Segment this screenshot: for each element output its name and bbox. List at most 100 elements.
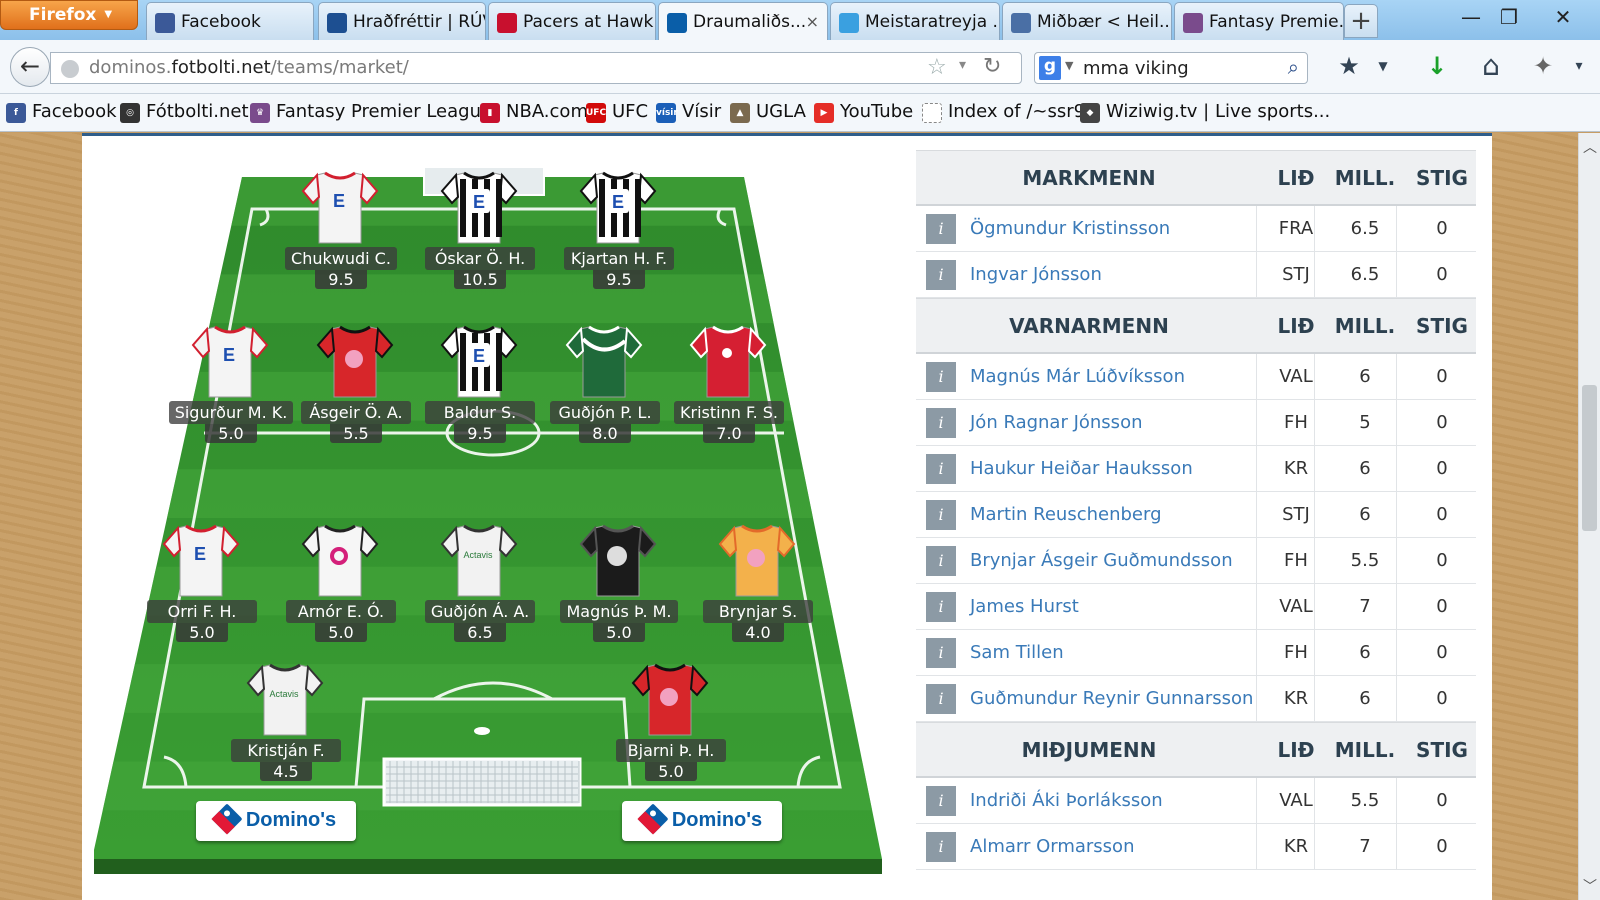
close-tab-icon[interactable]: × [806,12,819,31]
menu-dropdown-icon[interactable]: ▾ [1562,50,1596,84]
player-card[interactable]: E Sigurður M. K. 5.0 [166,319,296,443]
firefox-menu-button[interactable]: Firefox ▼ [0,0,138,30]
info-button[interactable]: i [926,214,956,244]
player-card[interactable]: E Baldur S. 9.5 [415,319,545,443]
info-button[interactable]: i [926,592,956,622]
player-link[interactable]: Guðmundur Reynir Gunnarsson [970,688,1253,709]
address-bar[interactable]: dominos.fotbolti.net/teams/market/ ☆ ▾ ↻ [50,52,1022,84]
bookmark-3[interactable]: ▮ NBA.com [478,101,588,123]
table-row[interactable]: i Guðmundur Reynir Gunnarsson KR 6 0 [916,676,1476,722]
player-card[interactable]: Guðjón P. L. 8.0 [540,319,670,443]
player-card[interactable]: E Orri F. H. 5.0 [137,518,267,642]
reload-icon[interactable]: ↻ [983,54,1001,79]
bookmarks-dropdown-icon[interactable]: ▼ [1366,50,1400,84]
info-button[interactable]: i [926,832,956,862]
info-button[interactable]: i [926,684,956,714]
col-header-price[interactable]: MILL. [1328,738,1402,762]
scroll-down-icon[interactable]: ﹀ [1583,876,1597,896]
player-card[interactable]: Magnús Þ. M. 5.0 [554,518,684,642]
player-card[interactable]: Kristinn F. S. 7.0 [664,319,794,443]
table-row[interactable]: i Indriði Áki Þorláksson VAL 5.5 0 [916,778,1476,824]
tab-0[interactable]: Facebook [146,2,314,40]
player-link[interactable]: Martin Reuschenberg [970,504,1162,525]
scroll-thumb[interactable] [1582,385,1597,531]
page-scrollbar[interactable]: ︿ ﹀ [1578,133,1600,900]
minimize-button[interactable]: — [1452,3,1490,33]
player-link[interactable]: Brynjar Ásgeir Guðmundsson [970,550,1233,571]
player-link[interactable]: Ögmundur Kristinsson [970,218,1170,239]
table-row[interactable]: i Martin Reuschenberg STJ 6 0 [916,492,1476,538]
table-row[interactable]: i Ingvar Jónsson STJ 6.5 0 [916,252,1476,298]
table-row[interactable]: i Magnús Már Lúðvíksson VAL 6 0 [916,354,1476,400]
extension-icon[interactable]: ✦ [1526,50,1560,84]
player-card[interactable]: Actavis Guðjón Á. A. 6.5 [415,518,545,642]
player-card[interactable]: E Óskar Ö. H. 10.5 [415,165,545,289]
bookmark-star-icon[interactable]: ☆ [927,55,947,80]
search-input[interactable]: mma viking [1083,58,1189,79]
bookmark-9[interactable]: ◆ Wiziwig.tv | Live sports... [1078,101,1330,123]
new-tab-button[interactable]: + [1344,4,1378,38]
bookmark-0[interactable]: f Facebook [4,101,117,123]
col-header-team[interactable]: LIÐ [1266,166,1326,190]
player-card[interactable]: E Chukwudi C. 9.5 [276,165,406,289]
player-card[interactable]: Actavis Kristján F. 4.5 [221,657,351,781]
table-row[interactable]: i Brynjar Ásgeir Guðmundsson FH 5.5 0 [916,538,1476,584]
table-row[interactable]: i Jón Ragnar Jónsson FH 5 0 [916,400,1476,446]
download-icon[interactable]: ↓ [1420,50,1454,84]
info-button[interactable]: i [926,362,956,392]
player-link[interactable]: Almarr Ormarsson [970,836,1134,857]
col-header-points[interactable]: STIG [1406,314,1478,338]
info-button[interactable]: i [926,454,956,484]
bookmark-4[interactable]: UFC UFC [584,101,648,123]
site-identity-icon[interactable] [61,60,79,78]
tab-2[interactable]: Pacers at Hawk... [488,2,656,40]
close-window-button[interactable]: ✕ [1544,3,1582,33]
tab-4[interactable]: Meistaratreyja ... [830,2,1000,40]
table-row[interactable]: i James Hurst VAL 7 0 [916,584,1476,630]
col-header-team[interactable]: LIÐ [1266,314,1326,338]
table-row[interactable]: i Almarr Ormarsson KR 7 0 [916,824,1476,870]
col-header-points[interactable]: STIG [1406,166,1478,190]
tab-5[interactable]: Miðbær < Heil... [1002,2,1172,40]
search-engine-dropdown-icon[interactable]: ▼ [1065,59,1073,72]
bookmark-6[interactable]: ▲ UGLA [728,101,806,123]
maximize-button[interactable]: ❐ [1490,3,1528,33]
url-text[interactable]: dominos.fotbolti.net/teams/market/ [89,57,409,78]
tab-3[interactable]: Draumaliðs... × [658,2,828,42]
home-icon[interactable]: ⌂ [1474,50,1508,84]
player-link[interactable]: Magnús Már Lúðvíksson [970,366,1185,387]
player-link[interactable]: James Hurst [970,596,1079,617]
player-link[interactable]: Jón Ragnar Jónsson [970,412,1143,433]
info-button[interactable]: i [926,500,956,530]
bookmark-1[interactable]: ◎ Fótbolti.net [118,101,249,123]
player-link[interactable]: Sam Tillen [970,642,1064,663]
info-button[interactable]: i [926,786,956,816]
google-icon[interactable]: g [1039,56,1061,80]
bookmark-8[interactable]: Index of /~ssr9 [920,101,1085,123]
player-card[interactable]: Ásgeir Ö. A. 5.5 [291,319,421,443]
table-row[interactable]: i Ögmundur Kristinsson FRA 6.5 0 [916,206,1476,252]
col-header-price[interactable]: MILL. [1328,314,1402,338]
bookmark-7[interactable]: ▶ YouTube [812,101,913,123]
history-dropdown-icon[interactable]: ▾ [959,57,966,73]
back-button[interactable]: ← [10,47,50,87]
info-button[interactable]: i [926,638,956,668]
info-button[interactable]: i [926,260,956,290]
player-card[interactable]: Brynjar S. 4.0 [693,518,823,642]
info-button[interactable]: i [926,546,956,576]
scroll-up-icon[interactable]: ︿ [1583,137,1597,157]
search-bar[interactable]: g ▼ mma viking ⌕ [1034,52,1308,84]
col-header-team[interactable]: LIÐ [1266,738,1326,762]
bookmark-2[interactable]: ♛ Fantasy Premier League [248,101,492,123]
bookmark-5[interactable]: vísir Vísir [654,101,721,123]
player-card[interactable]: Bjarni Þ. H. 5.0 [606,657,736,781]
tab-6[interactable]: Fantasy Premie... [1174,2,1344,40]
table-row[interactable]: i Sam Tillen FH 6 0 [916,630,1476,676]
table-row[interactable]: i Haukur Heiðar Hauksson KR 6 0 [916,446,1476,492]
col-header-points[interactable]: STIG [1406,738,1478,762]
search-icon[interactable]: ⌕ [1288,55,1299,79]
tab-1[interactable]: Hraðfréttir | RÚV [318,2,486,40]
player-link[interactable]: Haukur Heiðar Hauksson [970,458,1193,479]
player-card[interactable]: Arnór E. Ó. 5.0 [276,518,406,642]
col-header-price[interactable]: MILL. [1328,166,1402,190]
